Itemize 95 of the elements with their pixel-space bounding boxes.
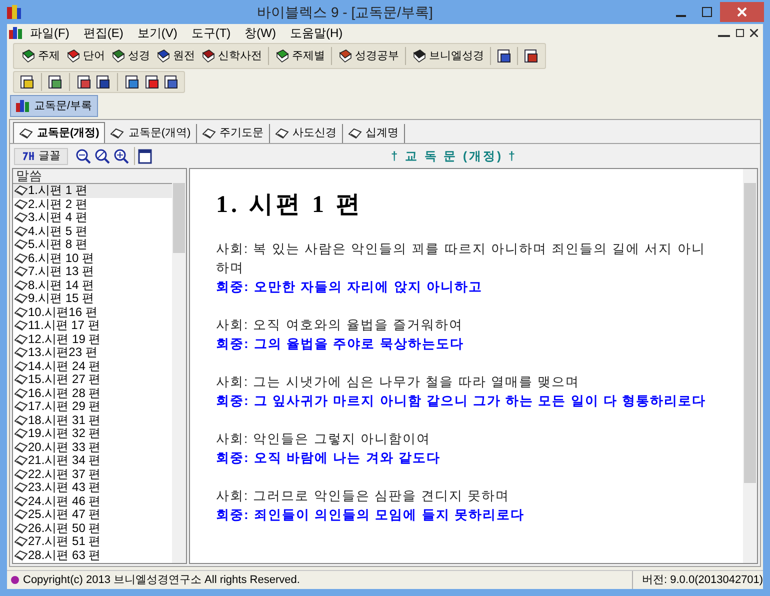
toolbar-button[interactable]: 주제 [18,45,63,67]
copyright-text: Copyright(c) 2013 브니엘성경연구소 All rights Reserved. [23,572,300,588]
list-item[interactable]: 5.시편 8 편 [13,238,172,252]
leader-line-text: 사회: 그러므로 악인들은 심판을 견디지 못하며 [216,487,511,505]
book-icon [66,49,80,63]
list-item[interactable]: 13.시편23 편 [13,346,172,360]
tab[interactable]: 교독문(개정) [13,122,106,143]
list-item[interactable]: 10.시편16 편 [13,306,172,319]
list-item[interactable]: 7.시편 13 편 [13,265,172,278]
toolbar-button[interactable]: 주제별 [272,45,328,67]
list-item[interactable]: 20.시편 33 편 [13,440,172,454]
list-item[interactable]: 25.시편 47 편 [13,508,172,522]
leader-line-text: 사회: 그는 시냇가에 심은 나무가 철을 따라 열매를 맺으며 [216,373,581,391]
font-icon [22,151,36,161]
book-icon [19,128,33,138]
book-icon [111,49,125,63]
zoom-icon[interactable] [94,148,111,164]
book-icon [110,128,124,139]
maximize-icon [702,7,712,17]
list-item[interactable]: 28.시편 63 편 [13,548,172,562]
zoom-in-icon[interactable] [113,148,130,164]
list-item[interactable]: 22.시편 37 편 [13,468,172,481]
close-icon [737,7,747,17]
list-item[interactable]: 26.시편 50 편 [13,522,172,535]
list-item[interactable]: 9.시편 15 편 [13,292,172,306]
list-item[interactable]: 16.시편 28 편 [13,386,172,400]
heading: † 교 독 문 (개정) † [390,148,517,165]
book-icon [348,128,362,139]
toolbar-button[interactable]: 원전 [153,45,198,67]
leader-line-text: 사회: 악인들은 그렇지 아니함이여 [216,430,432,448]
leader-line-text: 사회: 복 있는 사람은 악인들의 꾀를 따르지 아니하며 죄인들의 길에 서지 아니하며 [216,240,706,277]
list-item[interactable]: 3.시편 4 편 [13,211,172,224]
zoom-out-icon[interactable] [75,148,92,164]
list-item[interactable]: 4.시편 5 편 [13,224,172,238]
book-icon [274,128,289,139]
list-item[interactable]: 19.시편 32 편 [13,427,172,440]
list-item[interactable]: 21.시편 34 편 [13,454,172,468]
book-icon [412,49,426,63]
toolbar-button[interactable]: 단어 [63,45,108,67]
scrollbar[interactable] [743,169,757,563]
close-button[interactable] [720,2,764,22]
app-icon [6,4,22,20]
book-icon [156,49,170,63]
list-item[interactable]: 15.시편 27 편 [13,373,172,386]
toolbar-button[interactable]: 브니엘성경 [409,45,487,67]
list-item[interactable]: 1.시편 1 편 [13,184,172,198]
congregation-line: 회중: 죄인들이 의인들의 모임에 들지 못하리로다 [216,506,526,524]
list-header: 말씀 [13,169,172,184]
version-text: 버전: 9.0.0(2013042701) [642,572,764,588]
book-icon [338,49,352,63]
list-item[interactable]: 11.시편 17 편 [13,319,172,332]
minimize-icon [676,15,686,17]
book-icon [275,49,289,63]
congregation-line: 회중: 오직 바람에 나는 겨와 같도다 [216,449,442,467]
books-icon [16,100,30,112]
status-dot-icon [11,576,19,584]
tab[interactable]: 십계명 [342,124,405,143]
list-item[interactable]: 12.시편 19 편 [13,332,172,346]
toolbar-button[interactable]: 신학사전 [198,45,265,67]
menu-item[interactable]: 도구(T) [184,24,238,42]
list-item[interactable]: 24.시편 46 편 [13,494,172,508]
menu-item[interactable]: 도움말(H) [282,24,350,42]
list-item[interactable]: 17.시편 29 편 [13,400,172,414]
list-item[interactable]: 2.시편 2 편 [13,198,172,211]
scrollbar[interactable] [172,169,186,563]
menu-item[interactable]: 창(W) [238,24,283,42]
tab[interactable]: 교독문(개역) [105,124,197,143]
list-item[interactable]: 8.시편 14 편 [13,278,172,292]
list-item[interactable]: 27.시편 51 편 [13,535,172,548]
list-item[interactable]: 23.시편 43 편 [13,481,172,494]
toolbar-button[interactable]: 성경 [108,45,153,67]
book-icon [202,128,216,139]
congregation-line: 회중: 그 잎사귀가 마르지 아니함 같으니 그가 하는 모든 일이 다 형통하리로다 [216,392,708,410]
document-tab[interactable]: 교독문/부록 [10,95,98,117]
close-document-icon[interactable] [750,29,758,37]
restore-document-icon[interactable] [736,29,744,37]
font-button[interactable]: 글꼴 [14,148,68,164]
window-icon[interactable] [138,148,152,164]
menu-item[interactable]: 편집(E) [76,24,130,42]
book-icon [201,49,215,63]
leader-line-text: 사회: 오직 여호와의 율법을 즐거워하여 [216,316,464,334]
passage-title: 1. 시편 1 편 [216,191,364,220]
tab[interactable]: 사도신경 [270,124,343,143]
congregation-line: 회중: 오만한 자들의 자리에 앉지 아니하고 [216,278,484,296]
list-item[interactable]: 14.시편 24 편 [13,360,172,373]
menu-item[interactable]: 파일(F) [23,24,76,42]
book-icon [21,49,35,63]
books-icon [9,27,23,39]
list-item[interactable]: 6.시편 10 편 [13,252,172,265]
tab[interactable]: 주기도문 [196,124,270,143]
list-item[interactable]: 18.시편 31 편 [13,414,172,427]
menu-item[interactable]: 보기(V) [130,24,184,42]
toolbar-button[interactable]: 성경공부 [335,45,402,67]
window-title: 바이블렉스 9 - [교독문/부록] [256,2,434,22]
congregation-line: 회중: 그의 율법을 주야로 묵상하는도다 [216,335,465,353]
